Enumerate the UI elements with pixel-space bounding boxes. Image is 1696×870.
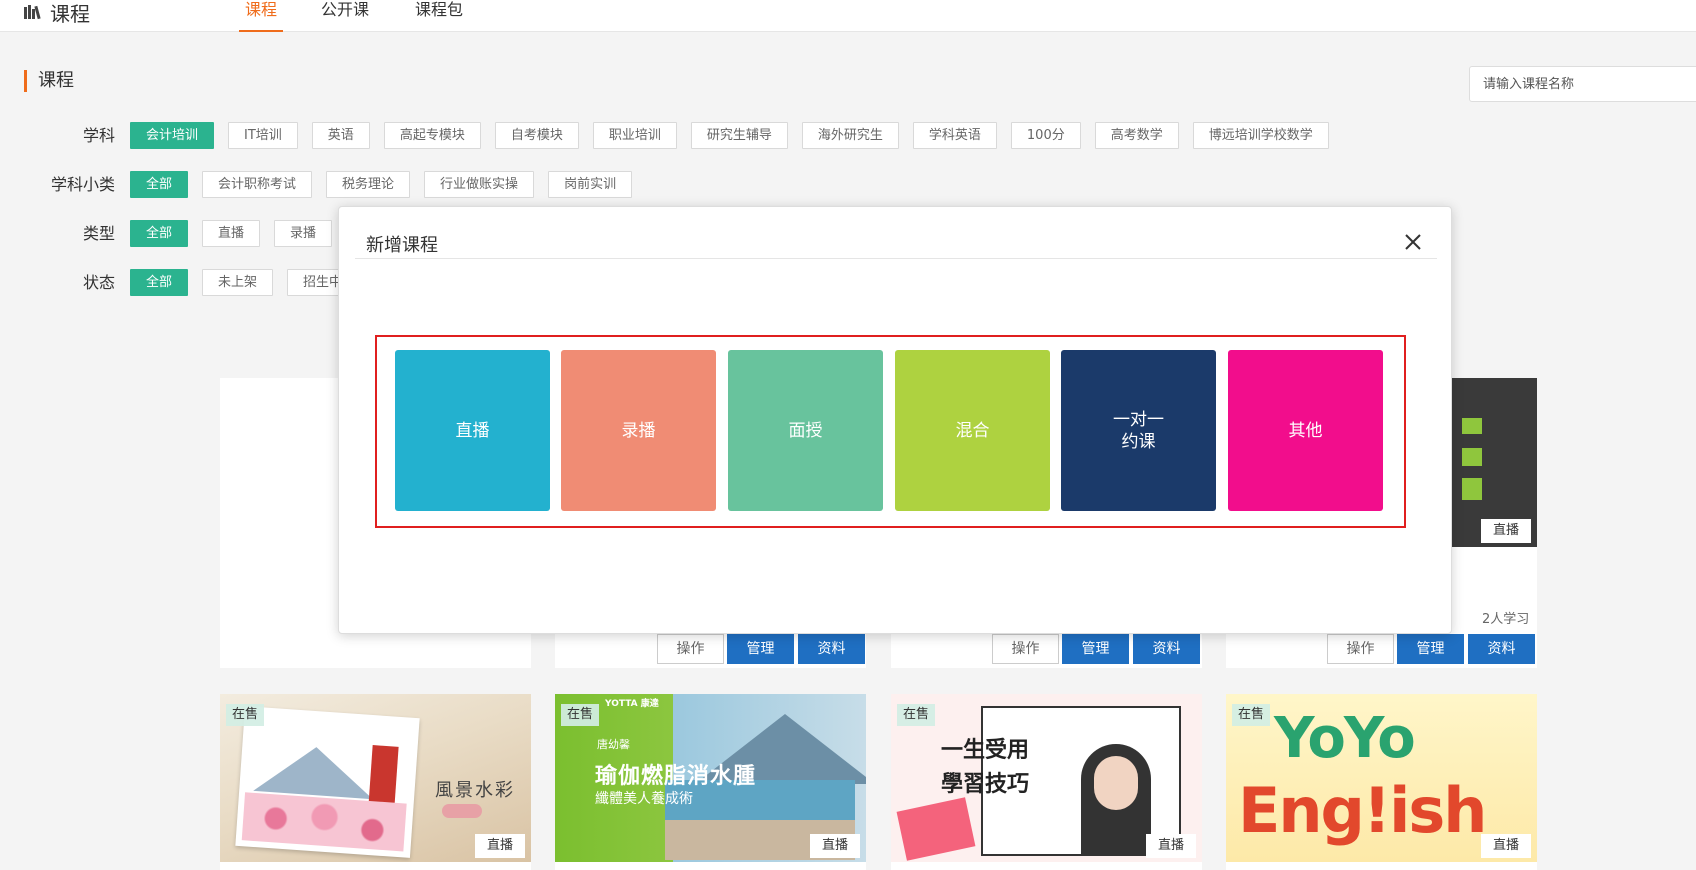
manage-button[interactable]: 管理: [1397, 634, 1464, 664]
on-sale-badge: 在售: [897, 704, 936, 726]
chip-subcategory[interactable]: 会计职称考试: [202, 171, 313, 198]
chip-type[interactable]: 直播: [202, 220, 261, 247]
materials-button[interactable]: 资料: [1468, 634, 1535, 664]
course-thumbnail[interactable]: 風景水彩 在售 直播: [220, 694, 531, 862]
chip-subject[interactable]: IT培训: [228, 122, 298, 149]
thumbnail-art: [235, 706, 420, 858]
chip-subcategory[interactable]: 行业做账实操: [424, 171, 535, 198]
close-icon[interactable]: [1398, 227, 1428, 257]
course-type-mixed[interactable]: 混合: [895, 350, 1050, 511]
course-card[interactable]: 操作 管理 资料: [891, 628, 1202, 668]
thumbnail-title: Eng!ish: [1238, 774, 1487, 847]
thumbnail-title: 瑜伽燃脂消水腫: [595, 764, 757, 789]
chip-subcategory[interactable]: 岗前实训: [548, 171, 633, 198]
chip-subject[interactable]: 高起专模块: [383, 122, 481, 149]
on-sale-badge: 在售: [226, 704, 265, 726]
modal-title: 新增课程: [366, 235, 438, 256]
chip-subject[interactable]: 职业培训: [592, 122, 677, 149]
filter-label-subject: 学科: [82, 126, 115, 145]
thumbnail-title: 風景水彩: [435, 780, 515, 801]
course-type-recorded[interactable]: 录播: [561, 350, 716, 511]
manage-button[interactable]: 管理: [727, 634, 794, 664]
thumbnail-art: [1462, 478, 1482, 500]
books-icon: [24, 5, 42, 20]
course-search-input[interactable]: [1469, 66, 1696, 102]
course-card[interactable]: 一生受用 學習技巧 在售 直播: [891, 694, 1202, 870]
tab-courses[interactable]: 课程: [239, 0, 284, 32]
course-type-tag: 直播: [1480, 834, 1531, 858]
thumbnail-art: [896, 797, 976, 861]
course-thumbnail[interactable]: YoYo Eng!ish 在售 直播: [1226, 694, 1537, 862]
course-type-tag: 直播: [1480, 519, 1531, 543]
chip-subject[interactable]: 研究生辅导: [690, 122, 788, 149]
filter-label-type: 类型: [82, 224, 115, 243]
manage-button[interactable]: 管理: [1062, 634, 1129, 664]
chip-subcategory[interactable]: 税务理论: [326, 171, 411, 198]
thumbnail-title: 一生受用: [941, 738, 1030, 763]
learner-count: 2人学习: [1482, 612, 1530, 627]
course-type-label: 一对一 约课: [1113, 409, 1164, 452]
course-type-selector: 直播 录播 面授 混合 一对一 约课 其他: [375, 335, 1406, 528]
instructor-name: 唐幼馨: [597, 738, 630, 751]
course-thumbnail[interactable]: YOTTA 康達 唐幼馨 瑜伽燃脂消水腫 纖體美人養成術 在售 直播: [555, 694, 866, 862]
filter-label-status: 状态: [82, 273, 115, 292]
chip-status[interactable]: 全部: [130, 269, 189, 296]
course-type-label: 直播: [455, 420, 490, 441]
thumbnail-art: [1094, 756, 1138, 810]
app-logo[interactable]: 课程: [24, 0, 90, 26]
course-type-tag: 直播: [1145, 834, 1196, 858]
modal-divider: [355, 258, 1437, 259]
thumbnail-subtitle: 纖體美人養成術: [595, 791, 693, 807]
thumbnail-title: 學習技巧: [941, 772, 1030, 797]
brand-logo: YOTTA 康達: [605, 699, 659, 709]
operate-button[interactable]: 操作: [992, 634, 1059, 664]
on-sale-badge: 在售: [561, 704, 600, 726]
on-sale-badge: 在售: [1232, 704, 1271, 726]
chip-subcategory[interactable]: 全部: [130, 171, 189, 198]
logo-label: 课程: [50, 1, 90, 26]
chip-subject[interactable]: 博远培训学校数学: [1192, 122, 1329, 149]
chip-subject[interactable]: 海外研究生: [801, 122, 899, 149]
course-type-live[interactable]: 直播: [395, 350, 550, 511]
chip-status[interactable]: 未上架: [202, 269, 274, 296]
chip-subject[interactable]: 学科英语: [912, 122, 997, 149]
course-thumbnail[interactable]: 一生受用 學習技巧 在售 直播: [891, 694, 1202, 862]
thumbnail-art: [253, 742, 377, 800]
filter-label-subcategory: 学科小类: [50, 175, 115, 194]
course-type-label: 面授: [788, 420, 823, 441]
materials-button[interactable]: 资料: [1133, 634, 1200, 664]
course-type-tag: 直播: [474, 834, 525, 858]
chip-type[interactable]: 全部: [130, 220, 189, 247]
chip-subject[interactable]: 100分: [1010, 122, 1081, 149]
thumbnail-art: [1462, 448, 1482, 466]
chip-type[interactable]: 录播: [274, 220, 333, 247]
chip-subject[interactable]: 会计培训: [130, 122, 215, 149]
course-type-tag: 直播: [809, 834, 860, 858]
course-type-in-person[interactable]: 面授: [728, 350, 883, 511]
operate-button[interactable]: 操作: [1327, 634, 1394, 664]
course-type-label: 其他: [1288, 420, 1323, 441]
materials-button[interactable]: 资料: [798, 634, 865, 664]
course-card[interactable]: 操作 管理 资料: [555, 628, 866, 668]
tab-course-packages[interactable]: 课程包: [409, 0, 469, 32]
chip-subject[interactable]: 自考模块: [494, 122, 579, 149]
thumbnail-art: [442, 804, 482, 818]
top-nav: 课程 课程 公开课 课程包: [0, 0, 1696, 32]
tab-public-courses[interactable]: 公开课: [315, 0, 375, 32]
course-type-other[interactable]: 其他: [1228, 350, 1383, 511]
section-title: 课程: [24, 70, 74, 92]
course-type-label: 录播: [621, 420, 656, 441]
thumbnail-title: YoYo: [1274, 706, 1416, 771]
course-type-label: 混合: [955, 420, 990, 441]
add-course-modal: 新增课程 直播 录播 面授 混合 一对一 约课 其他: [338, 206, 1452, 634]
course-card[interactable]: YOTTA 康達 唐幼馨 瑜伽燃脂消水腫 纖體美人養成術 在售 直播: [555, 694, 866, 870]
course-card[interactable]: YoYo Eng!ish 在售 直播: [1226, 694, 1537, 870]
course-card[interactable]: 風景水彩 在售 直播: [220, 694, 531, 870]
chip-subject[interactable]: 高考数学: [1094, 122, 1179, 149]
chip-subject[interactable]: 英语: [311, 122, 370, 149]
thumbnail-art: [1462, 418, 1482, 434]
course-type-one-on-one[interactable]: 一对一 约课: [1061, 350, 1216, 511]
thumbnail-art: [241, 792, 407, 852]
operate-button[interactable]: 操作: [657, 634, 724, 664]
